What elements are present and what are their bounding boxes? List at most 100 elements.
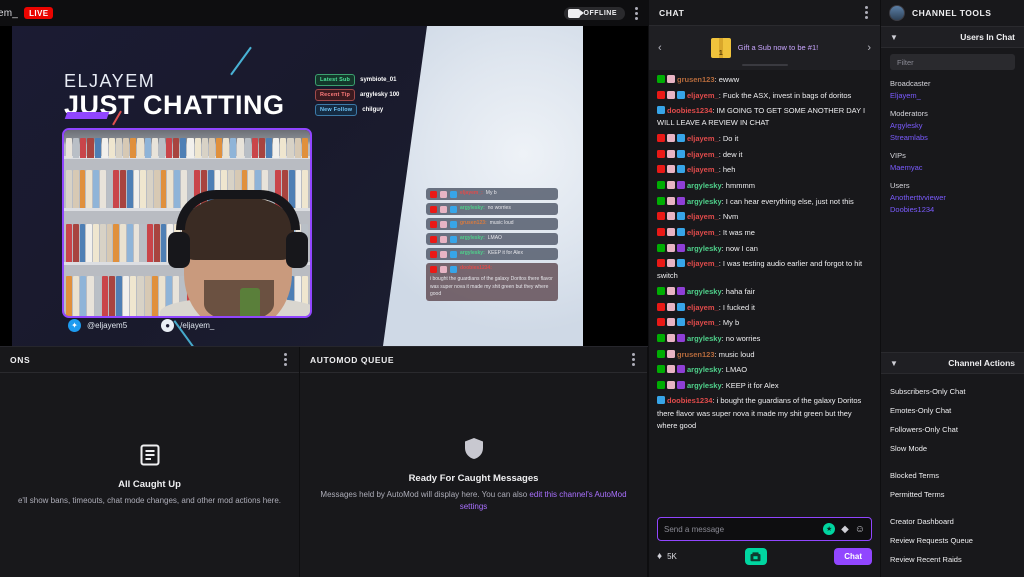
- chat-username[interactable]: eljayem_: [687, 150, 719, 159]
- mod-actions-menu-icon[interactable]: [282, 351, 289, 368]
- chat-message[interactable]: eljayem_: Nvm: [657, 211, 872, 223]
- social-handle: ✦ @eljayem5: [68, 319, 127, 332]
- channel-action-item[interactable]: Review Recent Raids: [890, 550, 1015, 569]
- send-chat-button[interactable]: Chat: [834, 548, 872, 565]
- chat-message[interactable]: doobies1234: IM GOING TO GET SOME ANOTHE…: [657, 105, 872, 129]
- mod-tools-icon[interactable]: [744, 548, 767, 565]
- chat-message[interactable]: argylesky: hmmmm: [657, 180, 872, 192]
- chat-message[interactable]: eljayem_: I fucked it: [657, 302, 872, 314]
- user-filter-input[interactable]: [897, 57, 1008, 67]
- chat-user-link[interactable]: Eljayem_: [890, 90, 1015, 102]
- chat-message[interactable]: eljayem_: dew it: [657, 149, 872, 161]
- chevron-left-icon[interactable]: ‹: [655, 42, 665, 54]
- chat-username[interactable]: eljayem_: [687, 91, 719, 100]
- social-handle-text: /eljayem_: [180, 321, 215, 330]
- twitch-mod-view: em_ LIVE OFFLINE ELJAYEM JUST CHATTING L…: [0, 0, 1024, 577]
- bits-icon[interactable]: ◆: [841, 524, 849, 535]
- overlay-text: i bought the guardians of the galaxy Dor…: [430, 276, 553, 297]
- chat-header: CHAT: [649, 0, 880, 26]
- headphone-left: [168, 232, 190, 268]
- channel-action-item[interactable]: Permitted Terms: [890, 485, 1015, 504]
- chat-username[interactable]: argylesky: [687, 381, 722, 390]
- chat-username[interactable]: argylesky: [687, 197, 722, 206]
- overlay-username: argylesky:: [460, 205, 485, 211]
- stream-status-pill[interactable]: OFFLINE: [563, 6, 625, 20]
- chat-message[interactable]: eljayem_: Fuck the ASX, invest in bags o…: [657, 90, 872, 102]
- chat-message[interactable]: argylesky: LMAO: [657, 364, 872, 376]
- chat-message[interactable]: grusen123: ewww: [657, 74, 872, 86]
- channel-action-item[interactable]: Subscribers-Only Chat: [890, 382, 1015, 401]
- chat-username[interactable]: argylesky: [687, 287, 722, 296]
- chat-username[interactable]: doobies1234: [667, 106, 712, 115]
- mod-badge-icon: [657, 196, 665, 205]
- emote-icon[interactable]: ☺: [855, 524, 865, 535]
- bits-balance[interactable]: ♦ 5K: [657, 551, 677, 562]
- alert-tag: Latest Sub: [315, 74, 356, 86]
- channel-action-item[interactable]: Review Requests Queue: [890, 531, 1015, 550]
- chat-message[interactable]: eljayem_: My b: [657, 317, 872, 329]
- channel-actions-header[interactable]: ▼ Channel Actions: [881, 352, 1024, 374]
- chat-message-list[interactable]: grusen123: ewww eljayem_: Fuck the ASX, i…: [649, 70, 880, 513]
- channel-action-item[interactable]: Blocked Terms: [890, 466, 1015, 485]
- channel-action-item[interactable]: Creator Dashboard: [890, 512, 1015, 531]
- overlay-username: argylesky:: [460, 250, 485, 256]
- chat-message[interactable]: argylesky: I can hear everything else, j…: [657, 196, 872, 208]
- chat-username[interactable]: eljayem_: [687, 228, 719, 237]
- alert-tag: Recent Tip: [315, 89, 356, 101]
- chat-message[interactable]: grusen123: music loud: [657, 349, 872, 361]
- chat-user-link[interactable]: Streamlabs: [890, 132, 1015, 144]
- top-bar-menu-icon[interactable]: [633, 5, 640, 22]
- gift-sub-banner[interactable]: ‹ Gift a Sub now to be #1! ›: [649, 26, 880, 70]
- chevron-down-icon[interactable]: ▼: [890, 33, 898, 42]
- user-filter-wrapper[interactable]: [890, 54, 1015, 70]
- chat-menu-icon[interactable]: [863, 4, 870, 21]
- chat-input[interactable]: [664, 524, 824, 534]
- chat-username[interactable]: argylesky: [687, 181, 722, 190]
- channel-action-item[interactable]: Slow Mode: [890, 439, 1015, 458]
- channel-action-item[interactable]: Followers-Only Chat: [890, 420, 1015, 439]
- mod-actions-body: All Caught Up e'll show bans, timeouts, …: [0, 373, 299, 577]
- chat-username[interactable]: argylesky: [687, 334, 722, 343]
- chat-message[interactable]: eljayem_: It was me: [657, 227, 872, 239]
- chat-username[interactable]: doobies1234: [667, 396, 712, 405]
- chat-column: CHAT ‹ Gift a Sub now to be #1! › grusen…: [648, 0, 880, 577]
- chat-user-link[interactable]: Doobies1234: [890, 204, 1015, 216]
- sub-badge-icon: [667, 196, 675, 205]
- chat-input-wrapper[interactable]: ★ ◆ ☺: [657, 517, 872, 541]
- stream-chat-overlay: eljayem_: My b argylesky: no worries grusen1…: [426, 188, 558, 304]
- chat-username[interactable]: argylesky: [687, 244, 722, 253]
- webcam-feed: [62, 128, 312, 318]
- highlight-icon[interactable]: ★: [823, 523, 836, 535]
- chat-username[interactable]: grusen123: [677, 75, 715, 84]
- stream-player[interactable]: ELJAYEM JUST CHATTING Latest Sub symbiot…: [0, 26, 648, 346]
- chat-user-link[interactable]: Argylesky: [890, 120, 1015, 132]
- chat-message[interactable]: argylesky: haha fair: [657, 286, 872, 298]
- chat-username[interactable]: eljayem_: [687, 212, 719, 221]
- sub-badge-icon: [667, 75, 675, 83]
- chat-message[interactable]: eljayem_: I was testing audio earlier an…: [657, 258, 872, 282]
- chevron-down-icon[interactable]: ▼: [890, 359, 898, 368]
- chevron-right-icon[interactable]: ›: [864, 42, 874, 54]
- chat-message[interactable]: argylesky: no worries: [657, 333, 872, 345]
- chat-username[interactable]: eljayem_: [687, 259, 719, 268]
- chat-text: ewww: [718, 75, 740, 84]
- chat-message[interactable]: eljayem_: heh: [657, 164, 872, 176]
- chat-username[interactable]: argylesky: [687, 365, 722, 374]
- chat-message[interactable]: eljayem_: Do it: [657, 133, 872, 145]
- chat-user-link[interactable]: Anotherttvviewer: [890, 192, 1015, 204]
- sub-badge-icon: [667, 259, 675, 268]
- chat-username[interactable]: grusen123: [677, 350, 715, 359]
- automod-menu-icon[interactable]: [630, 351, 637, 368]
- chat-message[interactable]: doobies1234: i bought the guardians of t…: [657, 395, 872, 431]
- overlay-badge-icon: [440, 266, 447, 273]
- chat-message[interactable]: argylesky: now I can: [657, 243, 872, 255]
- overlay-username: argylesky:: [460, 235, 485, 241]
- channel-action-item[interactable]: Emotes-Only Chat: [890, 401, 1015, 420]
- chat-username[interactable]: eljayem_: [687, 303, 719, 312]
- chat-username[interactable]: eljayem_: [687, 165, 719, 174]
- chat-message[interactable]: argylesky: KEEP it for Alex: [657, 380, 872, 392]
- chat-user-link[interactable]: Maemyac: [890, 162, 1015, 174]
- chat-username[interactable]: eljayem_: [687, 134, 719, 143]
- chat-username[interactable]: eljayem_: [687, 318, 719, 327]
- users-in-chat-header[interactable]: ▼ Users In Chat: [881, 26, 1024, 48]
